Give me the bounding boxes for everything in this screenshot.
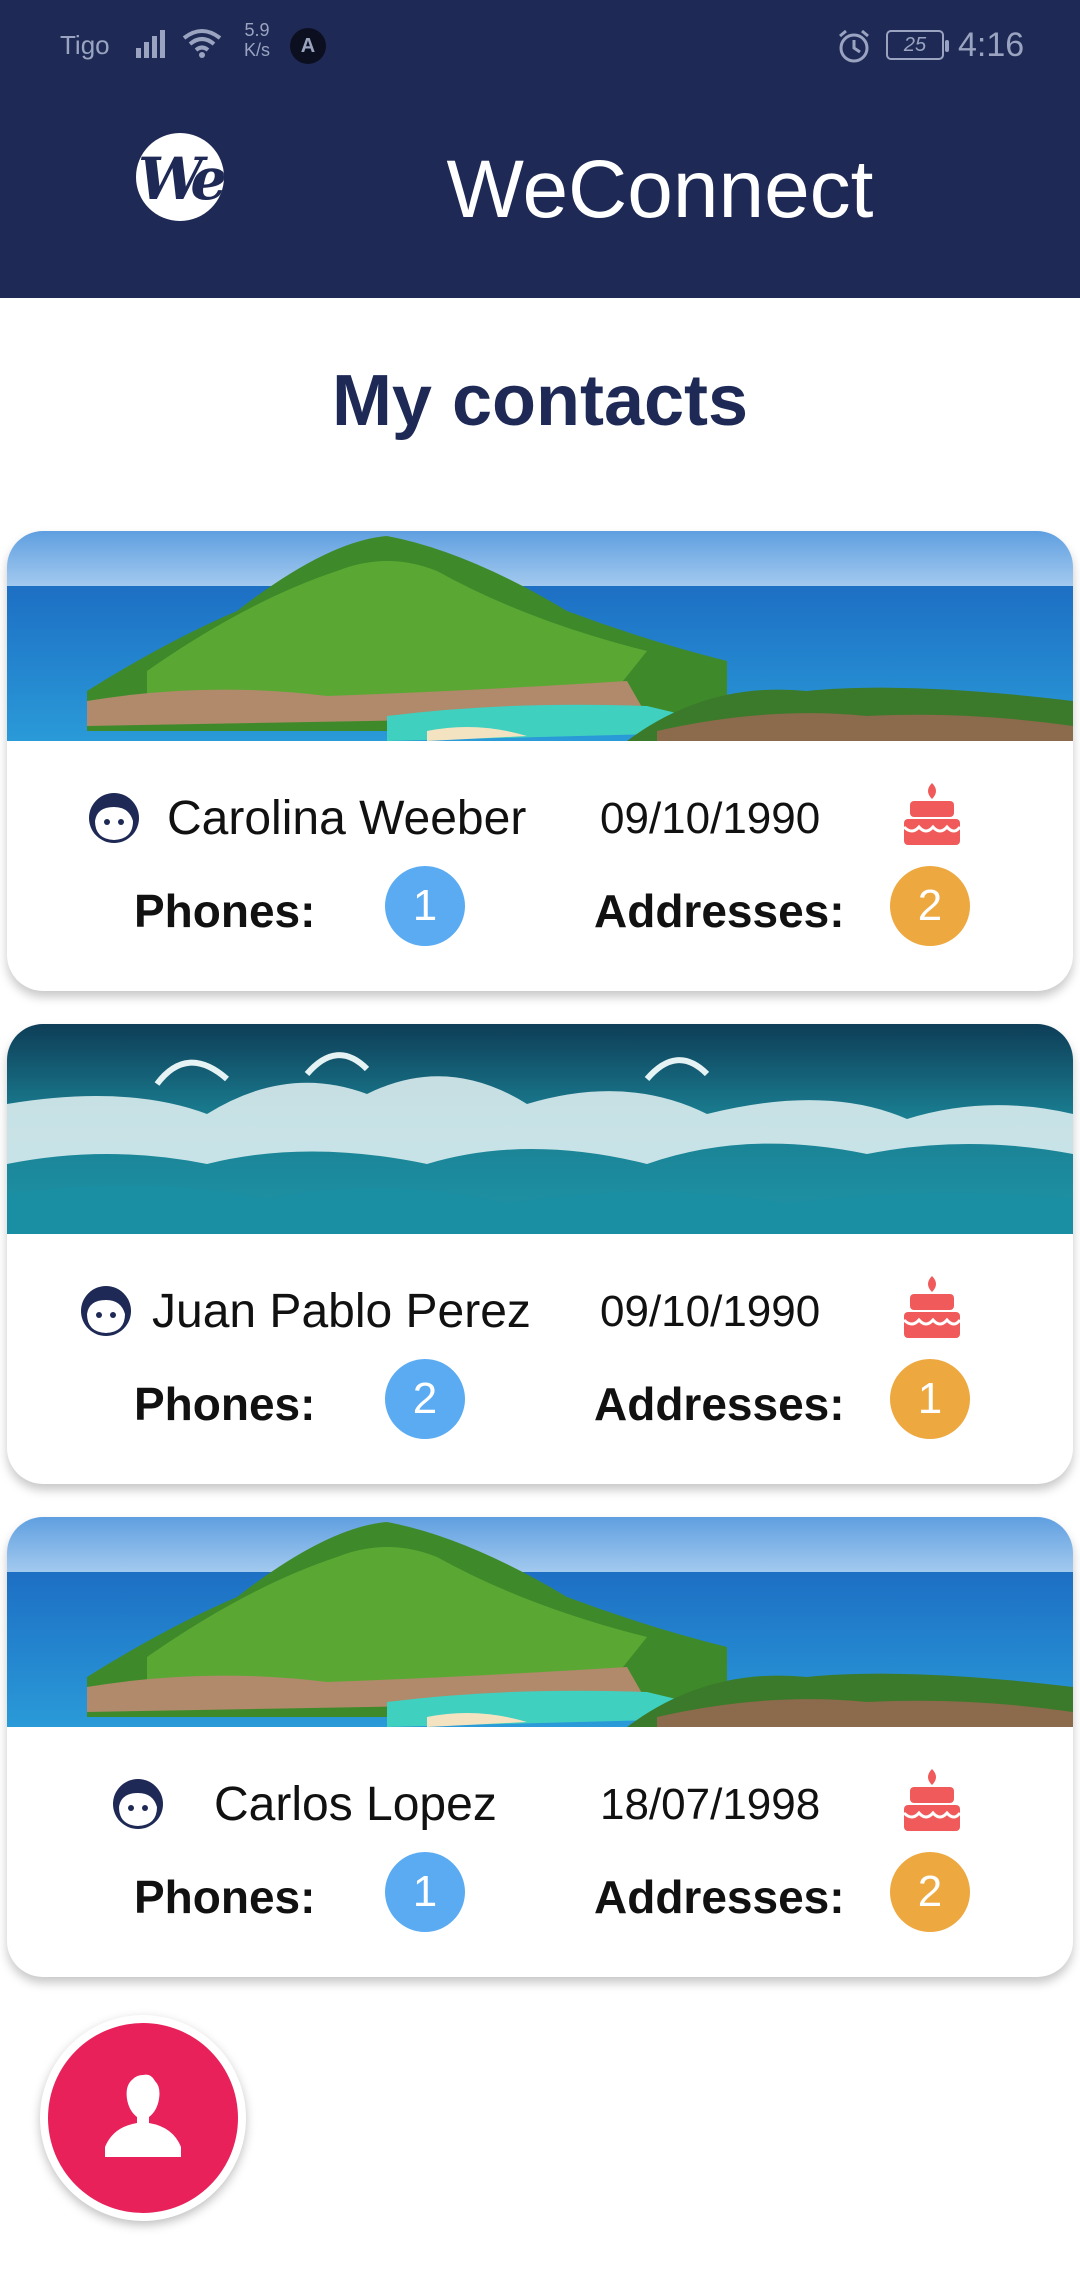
cake-icon (902, 1276, 962, 1338)
contact-card[interactable]: Juan Pablo Perez 09/10/1990 Phones: 2 Ad… (7, 1024, 1073, 1484)
contact-info-row: Carlos Lopez 18/07/1998 (7, 1747, 1073, 1847)
contact-name: Carlos Lopez (214, 1778, 497, 1831)
carrier-label: Tigo (60, 30, 110, 60)
cake-icon (902, 1769, 962, 1831)
addresses-label: Addresses: (594, 885, 845, 937)
phones-count-badge: 1 (385, 1852, 465, 1932)
phones-count-badge: 2 (385, 1359, 465, 1439)
add-contact-fab-container (40, 2015, 246, 2221)
card-cover-image (7, 1024, 1073, 1234)
clock: 4:16 (958, 26, 1025, 64)
add-contact-button[interactable] (48, 2023, 238, 2213)
phones-count-badge: 1 (385, 866, 465, 946)
status-bar: Tigo 5.9 K/s A 25 4:16 (0, 0, 1080, 90)
face-icon (81, 1286, 131, 1336)
addresses-count-badge: 2 (890, 866, 970, 946)
contact-counts-row: Phones: 1 Addresses: 2 (7, 866, 1073, 966)
contact-birthdate: 18/07/1998 (600, 1780, 821, 1829)
page-title: My contacts (331, 361, 749, 441)
contact-birthdate: 09/10/1990 (600, 1287, 821, 1336)
contact-counts-row: Phones: 1 Addresses: 2 (7, 1852, 1073, 1952)
face-icon (113, 1779, 163, 1829)
card-cover-image (7, 1517, 1073, 1727)
app-notification-icon: A (290, 28, 326, 64)
battery-indicator: 25 (886, 30, 949, 60)
contact-info-row: Carolina Weeber 09/10/1990 (7, 761, 1073, 861)
speed-unit: K/s (243, 40, 270, 60)
network-speed: 5.9 K/s (237, 20, 277, 60)
addresses-count-badge: 2 (890, 1852, 970, 1932)
addresses-count-badge: 1 (890, 1359, 970, 1439)
contact-name: Juan Pablo Perez (152, 1285, 531, 1338)
app-logo: We (136, 133, 224, 221)
face-icon (89, 793, 139, 843)
contact-name: Carolina Weeber (167, 792, 527, 845)
cake-icon (902, 783, 962, 845)
logo-text: We (138, 145, 224, 213)
signal-icon (136, 30, 165, 58)
card-cover-image (7, 531, 1073, 741)
speed-value: 5.9 (244, 20, 270, 40)
phones-label: Phones: (134, 885, 316, 937)
add-contact-icon (105, 2074, 181, 2157)
contact-counts-row: Phones: 2 Addresses: 1 (7, 1359, 1073, 1459)
contact-card[interactable]: Carolina Weeber 09/10/1990 Phones: 1 Add… (7, 531, 1073, 991)
app-header: Tigo 5.9 K/s A 25 4:16 We WeConnect (0, 0, 1080, 298)
app-screen: Tigo 5.9 K/s A 25 4:16 We WeConnect My c… (0, 0, 1080, 2280)
wifi-icon (182, 29, 222, 58)
addresses-label: Addresses: (594, 1378, 845, 1430)
contact-card[interactable]: Carlos Lopez 18/07/1998 Phones: 1 Addres… (7, 1517, 1073, 1977)
app-title: WeConnect (446, 144, 874, 235)
contact-info-row: Juan Pablo Perez 09/10/1990 (7, 1254, 1073, 1354)
contact-birthdate: 09/10/1990 (600, 794, 821, 843)
alarm-icon (839, 29, 869, 63)
phones-label: Phones: (134, 1378, 316, 1430)
addresses-label: Addresses: (594, 1871, 845, 1923)
phones-label: Phones: (134, 1871, 316, 1923)
